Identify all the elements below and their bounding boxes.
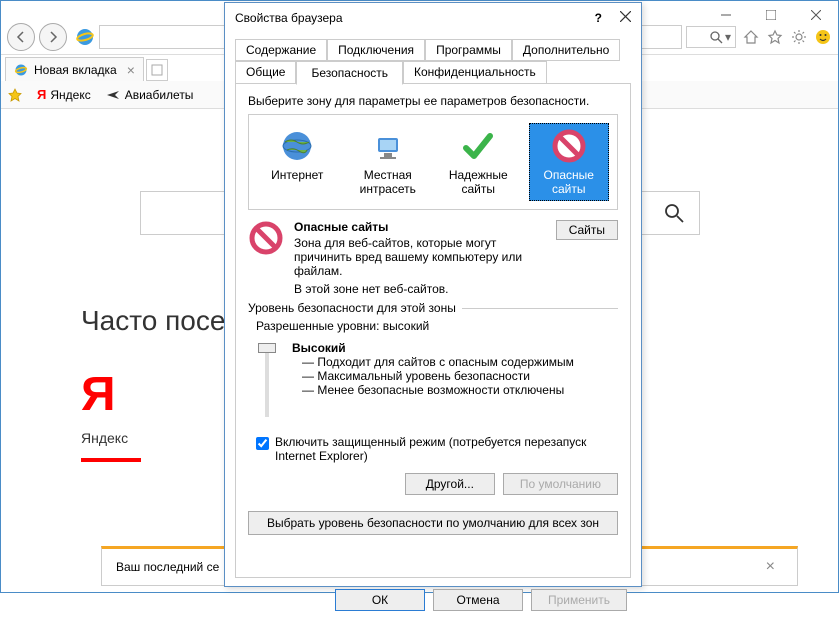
home-icon[interactable] xyxy=(742,28,760,46)
security-level-group: Уровень безопасности для этой зоны Разре… xyxy=(248,308,618,495)
back-button[interactable] xyxy=(7,23,35,51)
custom-level-button[interactable]: Другой... xyxy=(405,473,495,495)
forbidden-icon xyxy=(551,128,587,164)
ie-tab-icon xyxy=(14,63,28,77)
default-level-button[interactable]: По умолчанию xyxy=(503,473,618,495)
zone-detail-empty: В этой зоне нет веб-сайтов. xyxy=(294,282,546,296)
tab-general[interactable]: Общие xyxy=(235,61,296,84)
zone-instruction: Выберите зону для параметры ее параметро… xyxy=(248,94,618,108)
zone-restricted[interactable]: Опасные сайты xyxy=(529,123,609,201)
banner-close-icon[interactable]: × xyxy=(758,558,783,576)
level-description: Высокий — Подходит для сайтов с опасным … xyxy=(292,341,574,421)
reset-all-zones-button[interactable]: Выбрать уровень безопасности по умолчани… xyxy=(248,511,618,535)
favorites-add-button[interactable] xyxy=(7,87,23,103)
tab-content[interactable]: Содержание xyxy=(235,39,327,61)
internet-options-dialog: Свойства браузера ? Содержание Подключен… xyxy=(224,2,642,587)
yandex-logo: Я xyxy=(81,367,211,422)
tab-advanced[interactable]: Дополнительно xyxy=(512,39,620,61)
allowed-levels: Разрешенные уровни: высокий xyxy=(256,319,618,333)
zone-intranet[interactable]: Местная интрасеть xyxy=(348,123,428,201)
dialog-tabs: Содержание Подключения Программы Дополни… xyxy=(225,33,641,84)
tile-underline xyxy=(81,458,141,462)
tab-title: Новая вкладка xyxy=(34,63,117,77)
fav-avia[interactable]: Авиабилеты xyxy=(105,87,194,103)
zone-detail-title: Опасные сайты xyxy=(294,220,546,234)
dialog-help-button[interactable]: ? xyxy=(595,11,602,25)
protected-mode-checkbox[interactable]: Включить защищенный режим (потребуется п… xyxy=(256,435,618,463)
dialog-body: Выберите зону для параметры ее параметро… xyxy=(235,83,631,578)
yandex-tile[interactable]: Я Яндекс xyxy=(81,367,211,462)
intranet-icon xyxy=(370,128,406,164)
dialog-footer: ОК Отмена Применить xyxy=(225,589,641,621)
ok-button[interactable]: ОК xyxy=(335,589,425,611)
search-icon xyxy=(709,30,723,44)
maximize-button[interactable] xyxy=(748,1,793,29)
star-add-icon xyxy=(7,87,23,103)
yandex-icon: Я xyxy=(37,87,46,102)
forbidden-icon xyxy=(248,220,284,256)
zone-selector: Интернет Местная интрасеть Надежные сайт… xyxy=(248,114,618,210)
minimize-button[interactable] xyxy=(703,1,748,29)
search-icon xyxy=(663,202,685,224)
favorites-star-icon[interactable] xyxy=(766,28,784,46)
window-controls xyxy=(703,1,838,29)
ie-logo-icon xyxy=(75,27,95,47)
tab-programs[interactable]: Программы xyxy=(425,39,512,61)
new-tab-button[interactable] xyxy=(146,59,168,81)
zone-detail: Опасные сайты Зона для веб-сайтов, котор… xyxy=(248,220,618,296)
close-button[interactable] xyxy=(793,1,838,29)
dialog-title: Свойства браузера xyxy=(235,11,343,25)
banner-text: Ваш последний се xyxy=(116,560,219,574)
checkmark-icon xyxy=(460,128,496,164)
plane-icon xyxy=(105,87,121,103)
dialog-close-button[interactable] xyxy=(620,11,631,25)
fav-yandex[interactable]: Я Яндекс xyxy=(37,87,91,102)
cancel-button[interactable]: Отмена xyxy=(433,589,523,611)
forward-button[interactable] xyxy=(39,23,67,51)
zone-trusted[interactable]: Надежные сайты xyxy=(438,123,518,201)
zone-detail-desc: Зона для веб-сайтов, которые могут причи… xyxy=(294,236,546,278)
protected-mode-input[interactable] xyxy=(256,437,269,450)
dialog-titlebar: Свойства браузера ? xyxy=(225,3,641,33)
security-level-legend: Уровень безопасности для этой зоны xyxy=(248,301,462,315)
tab-security[interactable]: Безопасность xyxy=(296,61,403,85)
zone-internet[interactable]: Интернет xyxy=(257,123,337,201)
security-level-slider[interactable] xyxy=(256,341,278,421)
tools-gear-icon[interactable] xyxy=(790,28,808,46)
tab-close-icon[interactable]: × xyxy=(127,62,135,78)
sites-button[interactable]: Сайты xyxy=(556,220,618,240)
yandex-tile-label: Яндекс xyxy=(81,430,211,446)
tab-privacy[interactable]: Конфиденциальность xyxy=(403,61,547,84)
browser-tab[interactable]: Новая вкладка × xyxy=(5,57,144,81)
tab-connections[interactable]: Подключения xyxy=(327,39,425,61)
smiley-icon[interactable] xyxy=(814,28,832,46)
globe-icon xyxy=(279,128,315,164)
apply-button[interactable]: Применить xyxy=(531,589,627,611)
